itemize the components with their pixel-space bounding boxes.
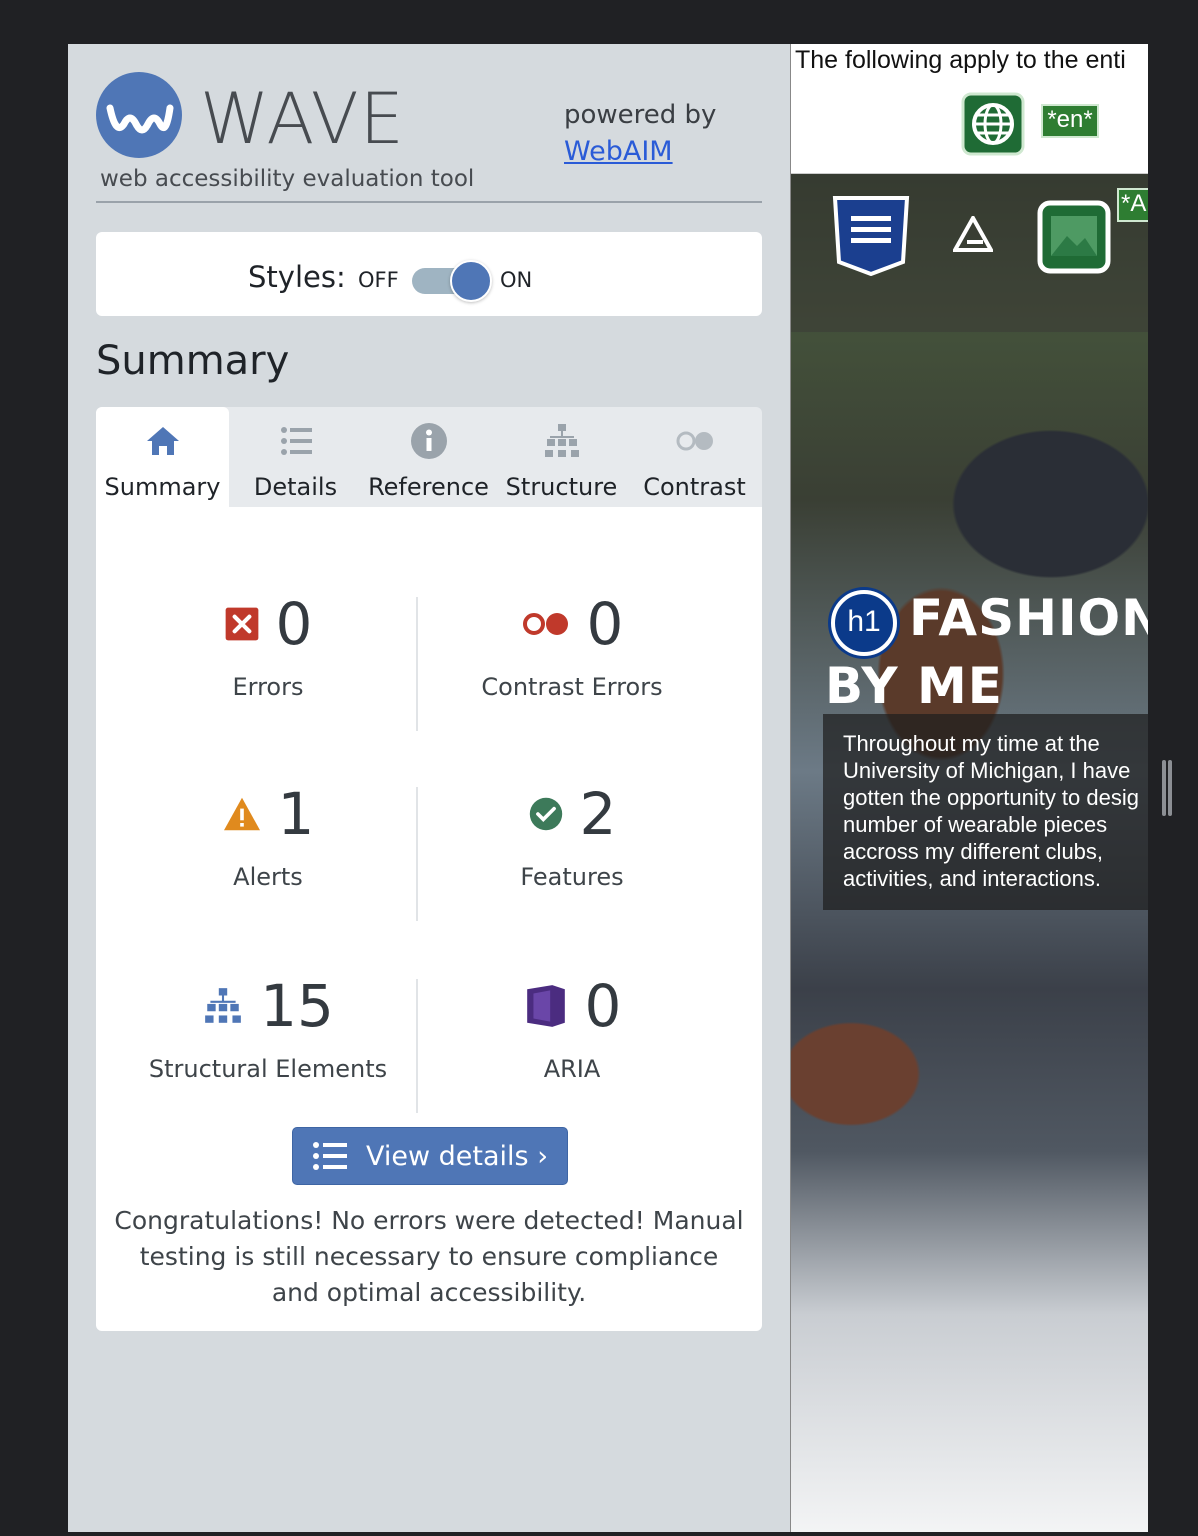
header-divider — [96, 201, 762, 203]
hero-text-box: Throughout my time at the University of … — [823, 714, 1148, 910]
logo-mark-icon — [953, 216, 993, 252]
styles-toggle-card: Styles: OFF ON — [96, 232, 762, 316]
home-icon — [146, 427, 179, 455]
tab-details[interactable]: Details — [229, 407, 362, 507]
summary-heading: Summary — [96, 338, 290, 384]
tab-structure[interactable]: Structure — [495, 407, 628, 507]
image-alt-icon[interactable] — [1037, 200, 1111, 274]
tab-reference-label: Reference — [368, 473, 489, 501]
stat-errors[interactable]: 0 Errors — [118, 589, 418, 701]
contrast-error-icon — [522, 613, 568, 635]
stat-alerts[interactable]: 1 Alerts — [118, 779, 418, 891]
tab-details-label: Details — [253, 473, 338, 501]
stat-aria[interactable]: 0 ARIA — [422, 971, 722, 1083]
tab-summary[interactable]: Summary — [96, 407, 229, 507]
stat-divider — [416, 787, 418, 921]
styles-label: Styles: — [248, 260, 346, 294]
features-count: 2 — [579, 780, 617, 848]
wave-tagline: web accessibility evaluation tool — [100, 166, 475, 192]
stat-divider — [416, 597, 418, 731]
tab-summary-label: Summary — [104, 473, 221, 501]
panel-tabs: Summary Details Reference Structure Cont… — [96, 407, 762, 507]
wave-logo-text: WAVE — [200, 78, 405, 160]
stat-features[interactable]: 2 Features — [422, 779, 722, 891]
language-badge[interactable]: *en* — [1041, 104, 1099, 138]
alt-text-badge[interactable]: *A — [1117, 188, 1148, 222]
aria-label: ARIA — [543, 1055, 601, 1083]
aria-icon — [526, 985, 565, 1027]
info-icon — [410, 423, 447, 459]
structure-icon — [544, 424, 579, 457]
structural-count: 15 — [260, 972, 334, 1040]
document-wide-notice: The following apply to the enti — [795, 46, 1126, 74]
alerts-label: Alerts — [233, 863, 303, 891]
wave-sidebar: WAVE web accessibility evaluation tool p… — [68, 44, 790, 1532]
stat-divider — [416, 979, 418, 1113]
contrast-icon — [676, 431, 713, 451]
tab-contrast[interactable]: Contrast — [628, 407, 761, 507]
tab-reference[interactable]: Reference — [362, 407, 495, 507]
styles-off-label: OFF — [358, 268, 399, 292]
alert-icon — [223, 797, 260, 831]
summary-panel: 0 Errors 0 Contrast Errors 1 Alerts 2 Fe… — [96, 507, 762, 1331]
errors-label: Errors — [232, 673, 304, 701]
contrast-errors-count: 0 — [586, 590, 624, 658]
features-label: Features — [520, 863, 624, 891]
view-details-button[interactable]: View details › — [292, 1127, 568, 1185]
feature-check-icon — [529, 797, 562, 831]
language-globe-icon[interactable] — [961, 92, 1025, 156]
errors-count: 0 — [275, 590, 313, 658]
hero-description: Throughout my time at the University of … — [843, 731, 1139, 891]
congrats-message: Congratulations! No errors were detected… — [114, 1206, 744, 1307]
tab-contrast-label: Contrast — [643, 473, 746, 501]
structural-label: Structural Elements — [148, 1055, 388, 1083]
list-icon — [280, 427, 312, 455]
aria-count: 0 — [584, 972, 622, 1040]
error-icon — [225, 607, 258, 641]
contrast-errors-label: Contrast Errors — [481, 673, 663, 701]
list-icon — [313, 1142, 347, 1170]
hero-photo: *A h1 FASHION BY ME Throughout my time a… — [791, 174, 1148, 1532]
tab-structure-label: Structure — [505, 473, 618, 501]
document-structure-icon[interactable] — [831, 196, 911, 276]
wave-logo-icon — [96, 72, 182, 158]
stat-structural-elements[interactable]: 15 Structural Elements — [118, 971, 418, 1083]
scrollbar-grip[interactable] — [1162, 760, 1174, 816]
stat-contrast-errors[interactable]: 0 Contrast Errors — [422, 589, 722, 701]
powered-by-text: powered by — [564, 100, 717, 130]
preview-document-bar: The following apply to the enti *en* — [791, 44, 1148, 174]
alerts-count: 1 — [277, 780, 315, 848]
webaim-link[interactable]: WebAIM — [564, 136, 673, 167]
hero-title: FASHION BY ME — [825, 589, 1148, 715]
structure-icon — [205, 988, 241, 1023]
toggle-knob — [450, 260, 492, 302]
page-preview: The following apply to the enti *en* *A … — [790, 44, 1148, 1532]
view-details-label: View details › — [366, 1140, 548, 1172]
styles-toggle-switch[interactable] — [412, 260, 492, 302]
styles-on-label: ON — [500, 268, 533, 292]
